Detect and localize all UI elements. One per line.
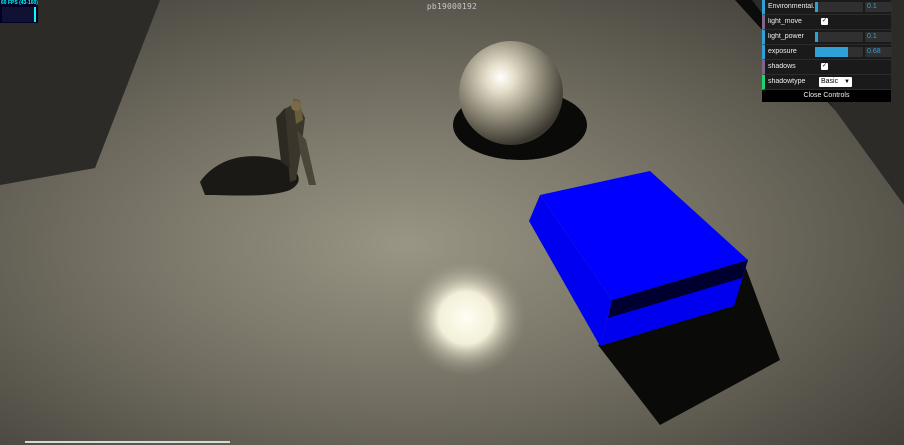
light-power-value-input[interactable]: 0.1 bbox=[865, 32, 892, 42]
control-label: light_move bbox=[768, 18, 802, 25]
check-icon: ✓ bbox=[821, 63, 828, 69]
control-environmental[interactable]: Environmental... 0.1 bbox=[762, 0, 892, 15]
exposure-value-input[interactable]: 0.68 bbox=[865, 47, 892, 57]
check-icon: ✓ bbox=[821, 18, 828, 24]
control-light-power[interactable]: light_power 0.1 bbox=[762, 30, 892, 45]
control-label: shadows bbox=[768, 63, 796, 70]
fps-graph-bar bbox=[34, 7, 36, 22]
sphere bbox=[459, 41, 563, 145]
environmental-slider[interactable] bbox=[815, 2, 863, 12]
bottom-scrollbar[interactable] bbox=[25, 441, 230, 443]
light-spot bbox=[406, 260, 526, 376]
environmental-value-input[interactable]: 0.1 bbox=[865, 2, 892, 12]
fps-graph bbox=[2, 7, 36, 22]
light-move-checkbox[interactable]: ✓ bbox=[821, 18, 828, 25]
exposure-slider[interactable] bbox=[815, 47, 863, 57]
shadows-checkbox[interactable]: ✓ bbox=[821, 63, 828, 70]
slider-fill bbox=[815, 47, 848, 57]
render-viewport[interactable]: pb19000192 60 FPS (43-160) Environmental… bbox=[0, 0, 904, 445]
shadowtype-select[interactable]: Basic ▼ bbox=[819, 77, 852, 87]
control-shadows[interactable]: shadows ✓ bbox=[762, 60, 891, 75]
control-shadowtype[interactable]: shadowtype Basic ▼ bbox=[762, 75, 891, 90]
slider-fill bbox=[815, 2, 819, 12]
fps-stats-panel[interactable]: 60 FPS (43-160) bbox=[0, 0, 38, 23]
control-light-move[interactable]: light_move ✓ bbox=[762, 15, 891, 30]
select-value: Basic bbox=[821, 78, 839, 85]
control-label: light_power bbox=[768, 33, 804, 40]
control-label: shadowtype bbox=[768, 78, 806, 85]
control-exposure[interactable]: exposure 0.68 bbox=[762, 45, 892, 60]
chevron-down-icon: ▼ bbox=[844, 79, 850, 85]
control-label: exposure bbox=[768, 48, 797, 55]
light-power-slider[interactable] bbox=[815, 32, 863, 42]
close-controls-button[interactable]: Close Controls bbox=[762, 90, 891, 102]
fps-label: 60 FPS (43-160) bbox=[1, 0, 38, 6]
slider-fill bbox=[815, 32, 819, 42]
controls-panel: Environmental... 0.1 light_move ✓ light_… bbox=[762, 0, 892, 102]
control-label: Environmental... bbox=[768, 3, 814, 10]
